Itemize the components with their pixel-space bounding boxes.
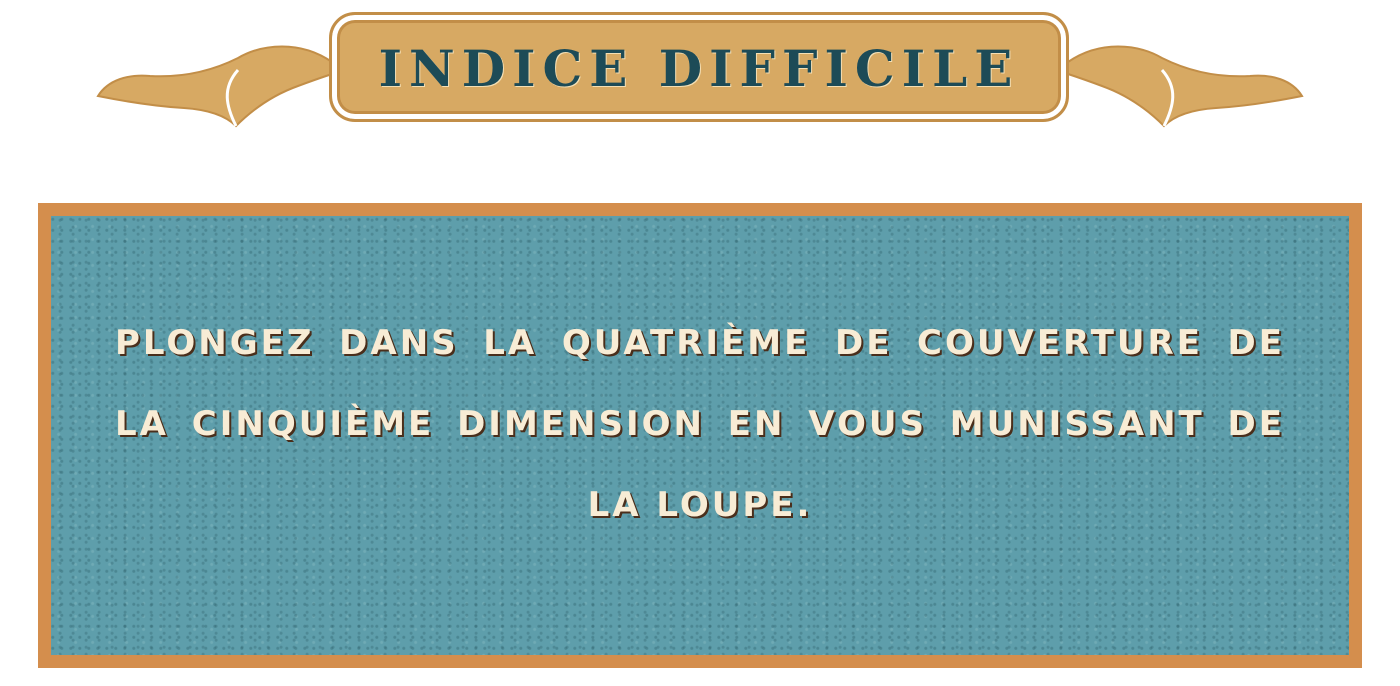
banner-ribbon-right <box>1067 45 1304 128</box>
hint-panel-inner: Plongez dans la quatrième de couverture … <box>51 216 1349 655</box>
banner-title: Indice difficile <box>378 38 1020 98</box>
banner-ribbon-left <box>96 45 333 128</box>
hint-text: Plongez dans la quatrième de couverture … <box>115 323 1285 525</box>
banner-plate: Indice difficile <box>329 12 1069 122</box>
title-banner: Indice difficile <box>0 0 1400 150</box>
hint-panel: Plongez dans la quatrième de couverture … <box>38 203 1362 668</box>
